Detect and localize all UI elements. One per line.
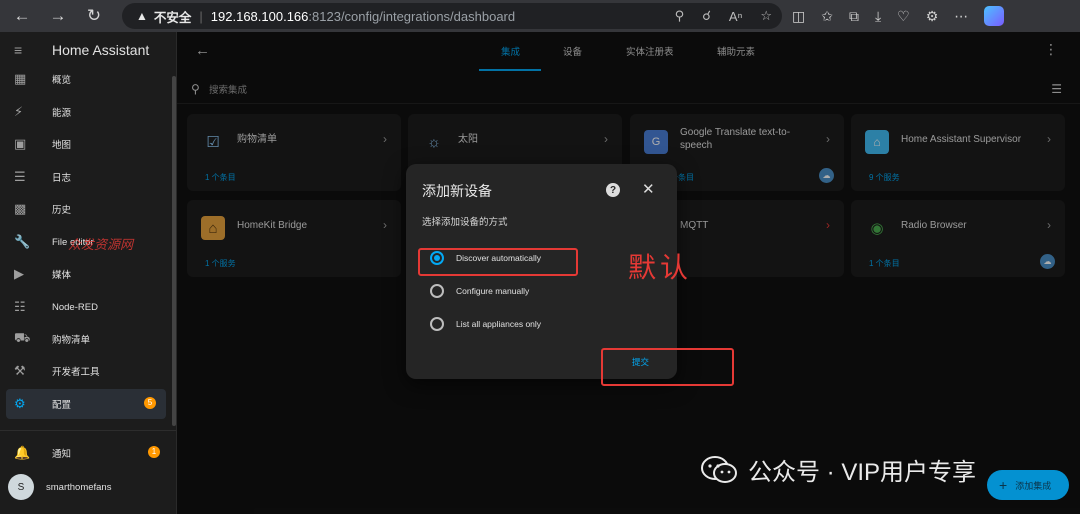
annotation-box-submit <box>601 348 734 386</box>
sidebar-divider <box>0 430 176 431</box>
split-screen-icon[interactable]: ◫ <box>792 8 805 25</box>
sidebar-item-label: 历史 <box>52 205 72 216</box>
sidebar-item-label: 购物清单 <box>52 335 91 346</box>
add-integration-button[interactable]: + 添加集成 <box>987 470 1069 500</box>
forward-arrow-icon[interactable]: → <box>40 0 76 32</box>
favorite-star-icon[interactable]: ☆ <box>760 8 772 24</box>
url-path: :8123/config/integrations/dashboard <box>308 8 516 24</box>
address-separator: | <box>199 8 203 24</box>
gear-icon: ⚙ <box>14 396 26 411</box>
url-host: 192.168.100.166 <box>210 8 309 24</box>
address-bar-icons: ⚲ ☌ Aⁿ ☆ <box>675 3 772 29</box>
address-bar[interactable]: ▲ 不安全 | 192.168.100.166 :8123/config/int… <box>122 3 782 29</box>
browser-toolbar-icons: ◫ ✩ ⧉ ⤓ ♡ ⚙ ⋯ <box>792 0 1005 32</box>
sidebar-item-developer-tools[interactable]: ⚒ 开发者工具 <box>0 356 170 386</box>
list-icon: ☰ <box>14 169 26 184</box>
sidebar-item-label: 通知 <box>52 449 72 460</box>
extensions-icon[interactable]: ⚙ <box>926 8 939 25</box>
chart-icon: ▩ <box>14 201 27 216</box>
sidebar-item-overview[interactable]: ▦ 概览 <box>0 64 170 94</box>
red-watermark: 众发资源网 <box>68 237 134 252</box>
sidebar-item-label: 地图 <box>52 140 72 151</box>
help-icon[interactable]: ? <box>606 183 620 197</box>
user-name: smarthomefans <box>46 481 112 493</box>
sidebar-item-label: 配置 <box>52 400 72 411</box>
zoom-icon[interactable]: ☌ <box>702 8 711 24</box>
warning-icon: ▲ <box>136 9 148 23</box>
sidebar-item-media[interactable]: ▶ 媒体 <box>0 259 170 289</box>
back-arrow-icon[interactable]: ← <box>4 0 40 32</box>
wrench-icon: 🔧 <box>14 234 31 249</box>
option-label: List all appliances only <box>456 319 542 329</box>
read-aloud-icon[interactable]: Aⁿ <box>729 9 742 24</box>
sidebar-item-map[interactable]: ▣ 地图 <box>0 129 170 159</box>
sidebar-item-shopping-list[interactable]: ⛟ 购物清单 <box>0 324 170 354</box>
dialog-title: 添加新设备 <box>422 183 492 199</box>
browser-toolbar: ← → ↻ ▲ 不安全 | 192.168.100.166 :8123/conf… <box>0 0 1080 32</box>
health-icon[interactable]: ♡ <box>897 8 910 25</box>
more-icon[interactable]: ⋯ <box>954 8 968 25</box>
option-list-all-appliances[interactable]: List all appliances only <box>430 316 541 332</box>
sidebar-item-configuration[interactable]: ⚙ 配置 5 <box>6 389 166 419</box>
notification-badge: 1 <box>148 446 160 458</box>
sidebar-item-label: 日志 <box>52 173 72 184</box>
reload-icon[interactable]: ↻ <box>76 0 112 32</box>
wechat-watermark: 公众号 · VIP用户专享 <box>700 452 976 487</box>
lightning-icon: ⚡ <box>14 104 24 119</box>
radio-button[interactable] <box>430 284 444 298</box>
sidebar-item-history[interactable]: ▩ 历史 <box>0 194 170 224</box>
copilot-icon[interactable] <box>984 6 1005 26</box>
sidebar-item-label: 媒体 <box>52 270 72 281</box>
cart-icon: ⛟ <box>14 330 31 345</box>
hammer-icon: ⚒ <box>14 363 26 378</box>
bell-icon: 🔔 <box>14 445 31 460</box>
sidebar-item-label: 概览 <box>52 75 72 86</box>
option-configure-manually[interactable]: Configure manually <box>430 283 529 299</box>
sidebar-item-label: 开发者工具 <box>52 367 100 378</box>
option-label: Configure manually <box>456 286 530 296</box>
favorites-icon[interactable]: ✩ <box>821 8 833 25</box>
map-icon: ▣ <box>14 136 27 151</box>
sidebar: ≡ Home Assistant ▦ 概览 ⚡ 能源 ▣ 地图 ☰ 日志 ▩ 历… <box>0 32 177 514</box>
sidebar-header: ≡ Home Assistant <box>0 32 176 68</box>
sitemap-icon: ☷ <box>14 299 26 314</box>
download-icon[interactable]: ⤓ <box>875 8 881 25</box>
sidebar-scrollbar[interactable] <box>172 76 176 426</box>
media-icon: ▶ <box>14 266 24 281</box>
wechat-watermark-text: 公众号 · VIP用户专享 <box>748 459 977 486</box>
sidebar-item-notifications[interactable]: 🔔 通知 1 <box>0 438 170 468</box>
annotation-default-label: 默认 <box>628 251 693 284</box>
sidebar-item-node-red[interactable]: ☷ Node-RED <box>0 292 170 322</box>
sidebar-item-label: Node-RED <box>52 301 98 313</box>
radio-button[interactable] <box>430 317 444 331</box>
sidebar-item-logbook[interactable]: ☰ 日志 <box>0 162 170 192</box>
sidebar-item-energy[interactable]: ⚡ 能源 <box>0 97 170 127</box>
insecure-label: 不安全 <box>153 10 192 25</box>
close-icon[interactable]: ✕ <box>642 180 655 198</box>
key-icon[interactable]: ⚲ <box>675 8 685 24</box>
app-title: Home Assistant <box>52 42 150 58</box>
annotation-box-default-option <box>418 248 578 276</box>
fab-label: 添加集成 <box>1015 480 1052 491</box>
dialog-subtitle: 选择添加设备的方式 <box>422 217 508 228</box>
wechat-icon <box>701 455 737 483</box>
sidebar-item-label: 能源 <box>52 108 72 119</box>
plus-icon: + <box>999 477 1008 493</box>
menu-icon[interactable]: ≡ <box>14 42 52 58</box>
avatar: S <box>8 474 34 500</box>
config-badge: 5 <box>144 397 156 409</box>
collections-icon[interactable]: ⧉ <box>849 8 859 25</box>
dashboard-icon: ▦ <box>14 71 27 86</box>
sidebar-item-profile[interactable]: S smarthomefans <box>0 472 170 502</box>
